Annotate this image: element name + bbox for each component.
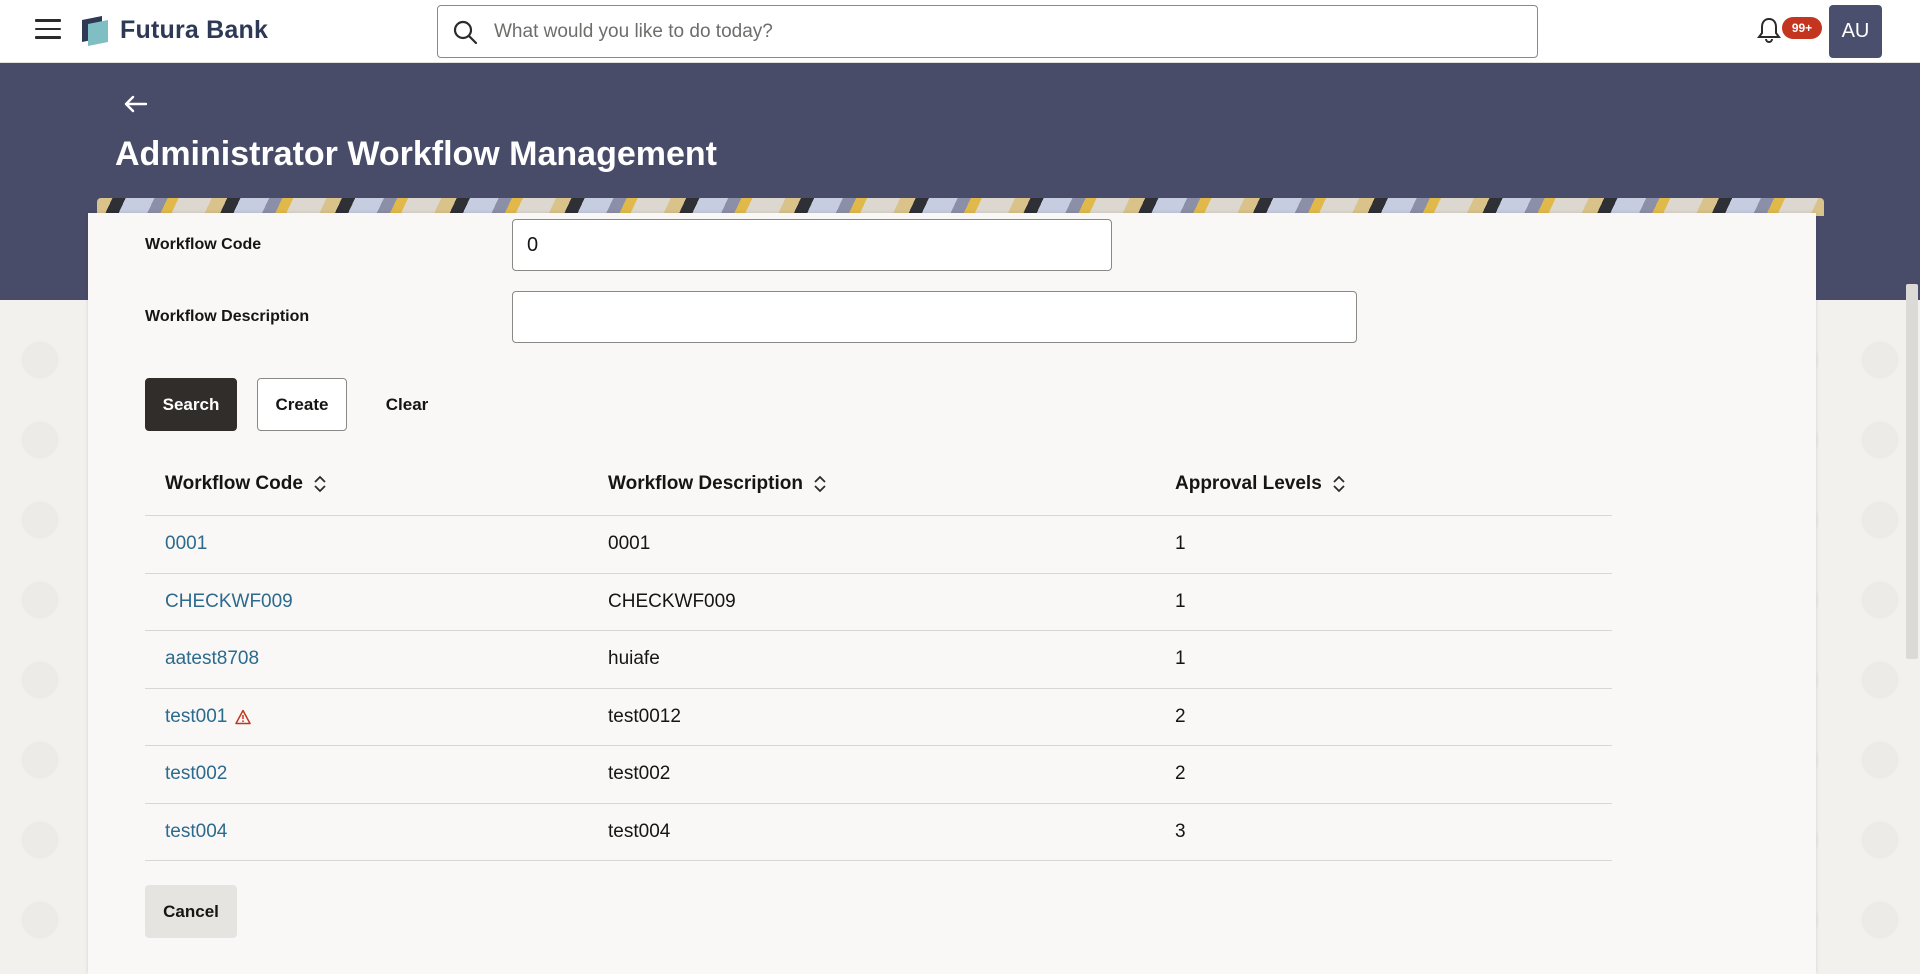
table-row: 0001 0001 1: [145, 516, 1612, 574]
workflow-code-field[interactable]: [512, 219, 1112, 271]
sort-icon[interactable]: [1332, 474, 1346, 494]
workflow-description-label: Workflow Description: [145, 308, 310, 325]
back-arrow-icon[interactable]: [124, 92, 148, 116]
workflow-table: Workflow Code Workflow Description Appro…: [145, 453, 1612, 861]
top-navigation-bar: Futura Bank 99+ AU: [0, 0, 1920, 63]
column-header-workflow-description[interactable]: Workflow Description: [608, 473, 827, 495]
create-button[interactable]: Create: [257, 378, 347, 431]
hamburger-icon[interactable]: [35, 19, 61, 41]
brand-name: Futura Bank: [120, 15, 269, 44]
approval-levels-cell: 1: [1175, 590, 1186, 612]
search-icon: [453, 20, 478, 44]
bank-logo-icon: [82, 16, 108, 46]
cancel-button[interactable]: Cancel: [145, 885, 237, 938]
table-row: aatest8708 huiafe 1: [145, 631, 1612, 689]
sort-icon[interactable]: [313, 474, 327, 494]
page-scrollbar[interactable]: [1906, 284, 1918, 659]
workflow-code-link[interactable]: test002: [165, 763, 227, 785]
search-button[interactable]: Search: [145, 378, 237, 431]
workflow-code-label: Workflow Code: [145, 236, 262, 253]
table-row: test004 test004 3: [145, 804, 1612, 861]
approval-levels-cell: 2: [1175, 763, 1186, 785]
workflow-description-cell: test004: [608, 820, 671, 842]
global-search[interactable]: [437, 5, 1538, 58]
clear-button[interactable]: Clear: [367, 378, 447, 431]
workflow-description-cell: test002: [608, 763, 671, 785]
column-header-approval-levels[interactable]: Approval Levels: [1175, 473, 1346, 495]
workflow-description-cell: CHECKWF009: [608, 590, 736, 612]
workflow-description-cell: 0001: [608, 533, 651, 555]
approval-levels-cell: 3: [1175, 820, 1186, 842]
table-row: test002 test002 2: [145, 746, 1612, 804]
table-row: test001 test0012 2: [145, 689, 1612, 746]
column-header-label: Workflow Code: [165, 473, 303, 494]
workflow-code-link[interactable]: test004: [165, 821, 227, 843]
workflow-code-link[interactable]: test001: [165, 706, 227, 728]
avatar[interactable]: AU: [1829, 5, 1882, 58]
workflow-description-cell: test0012: [608, 705, 681, 727]
approval-levels-cell: 2: [1175, 705, 1186, 727]
bell-icon[interactable]: [1755, 16, 1783, 44]
column-header-label: Approval Levels: [1175, 473, 1322, 494]
warning-icon: [235, 709, 252, 724]
sort-icon[interactable]: [813, 474, 827, 494]
workflow-card: Workflow Code Workflow Description Searc…: [88, 213, 1816, 974]
workflow-description-cell: huiafe: [608, 648, 660, 670]
brand-logo[interactable]: Futura Bank: [80, 14, 268, 46]
workflow-code-link[interactable]: CHECKWF009: [165, 591, 293, 613]
notification-badge[interactable]: 99+: [1782, 17, 1822, 39]
column-header-label: Workflow Description: [608, 473, 803, 494]
workflow-description-field[interactable]: [512, 291, 1357, 343]
page-title: Administrator Workflow Management: [115, 135, 717, 173]
column-header-workflow-code[interactable]: Workflow Code: [165, 473, 327, 495]
workflow-code-link[interactable]: 0001: [165, 533, 207, 555]
workflow-code-link-wrapper[interactable]: test001: [165, 706, 252, 728]
workflow-code-link[interactable]: aatest8708: [165, 648, 259, 670]
search-input[interactable]: [492, 19, 1492, 44]
table-header-row: Workflow Code Workflow Description Appro…: [145, 453, 1612, 516]
table-row: CHECKWF009 CHECKWF009 1: [145, 574, 1612, 631]
approval-levels-cell: 1: [1175, 648, 1186, 670]
approval-levels-cell: 1: [1175, 533, 1186, 555]
